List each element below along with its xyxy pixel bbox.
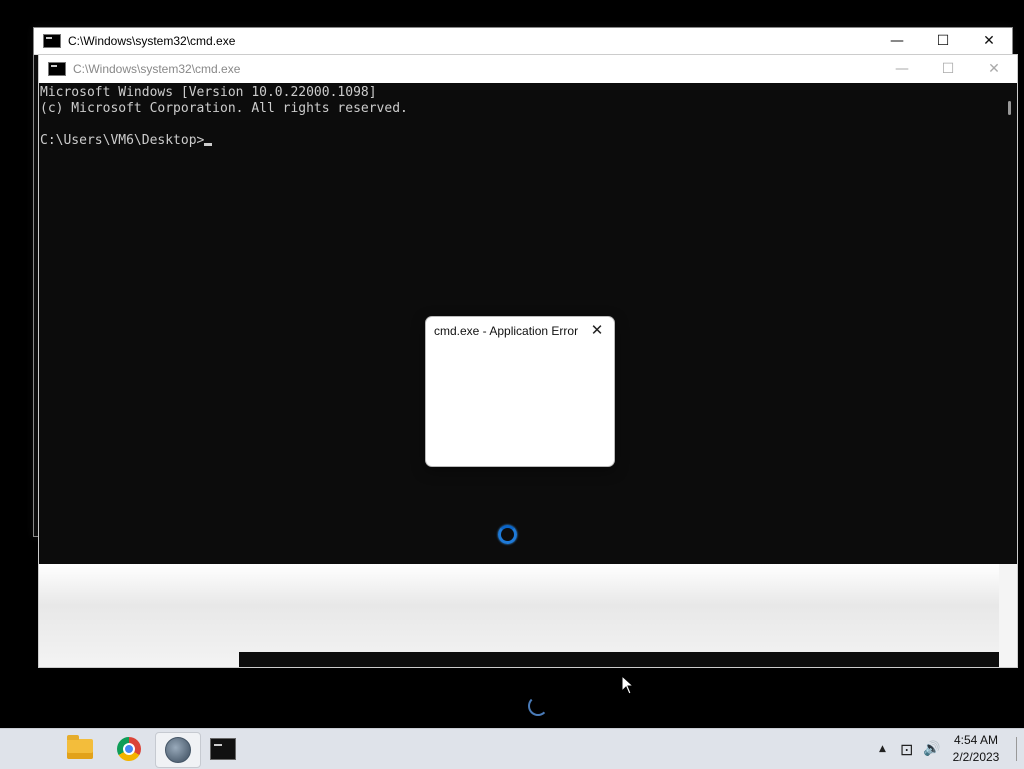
mouse-pointer-icon: [621, 675, 635, 695]
close-icon[interactable]: ✕: [588, 321, 606, 339]
network-status[interactable]: ⊡: [900, 729, 913, 769]
tray-overflow-chevron[interactable]: ▲: [879, 729, 886, 769]
terminal-icon: [210, 738, 236, 760]
cmd-icon: [43, 34, 61, 48]
folder-icon: [67, 735, 93, 759]
minimize-button[interactable]: —: [879, 55, 925, 83]
maximize-button[interactable]: ☐: [925, 55, 971, 83]
dialog-title: cmd.exe - Application Error: [434, 324, 579, 338]
clock[interactable]: 4:54 AM 2/2/2023: [946, 732, 1006, 766]
scrollbar[interactable]: [999, 83, 1017, 564]
title-bar[interactable]: C:\Windows\system32\cmd.exe — ☐ ✕: [34, 28, 1012, 55]
title-bar[interactable]: C:\Windows\system32\cmd.exe — ☐ ✕: [39, 55, 1017, 83]
taskbar-steam[interactable]: [155, 732, 201, 768]
console-prompt: C:\Users\VM6\Desktop>: [40, 133, 205, 148]
maximize-button[interactable]: ☐: [920, 28, 966, 54]
minimize-button[interactable]: —: [874, 28, 920, 54]
window-title: C:\Windows\system32\cmd.exe: [73, 62, 241, 76]
close-button[interactable]: ✕: [966, 28, 1012, 54]
clock-time: 4:54 AM: [953, 733, 999, 747]
taskbar-command-prompt[interactable]: [201, 732, 245, 766]
network-icon: ⊡: [900, 739, 914, 759]
volume-control[interactable]: 🔊: [923, 729, 940, 769]
cmd-icon: [48, 62, 66, 76]
console-line: Microsoft Windows [Version 10.0.22000.10…: [40, 85, 377, 100]
scroll-thumb[interactable]: [1008, 101, 1011, 115]
chrome-icon: [117, 737, 141, 761]
clock-date: 2/2/2023: [952, 750, 1000, 764]
text-cursor: [204, 143, 213, 146]
close-button[interactable]: ✕: [971, 55, 1017, 83]
taskbar-file-explorer[interactable]: [58, 732, 102, 766]
ghost-strip: [239, 652, 999, 667]
application-error-dialog[interactable]: cmd.exe - Application Error ✕: [425, 316, 615, 467]
taskbar: ▲ ⊡ 🔊 4:54 AM 2/2/2023: [0, 728, 1024, 769]
loading-spinner-icon: [498, 525, 517, 544]
taskbar-chrome[interactable]: [107, 732, 151, 766]
show-desktop-button[interactable]: [1016, 737, 1017, 761]
volume-icon: 🔊: [923, 741, 941, 757]
chevron-up-icon: ▲: [879, 744, 886, 754]
busy-spinner-icon: [528, 696, 548, 716]
console-line: (c) Microsoft Corporation. All rights re…: [40, 101, 408, 116]
window-title: C:\Windows\system32\cmd.exe: [68, 34, 236, 48]
steam-icon: [165, 737, 191, 763]
